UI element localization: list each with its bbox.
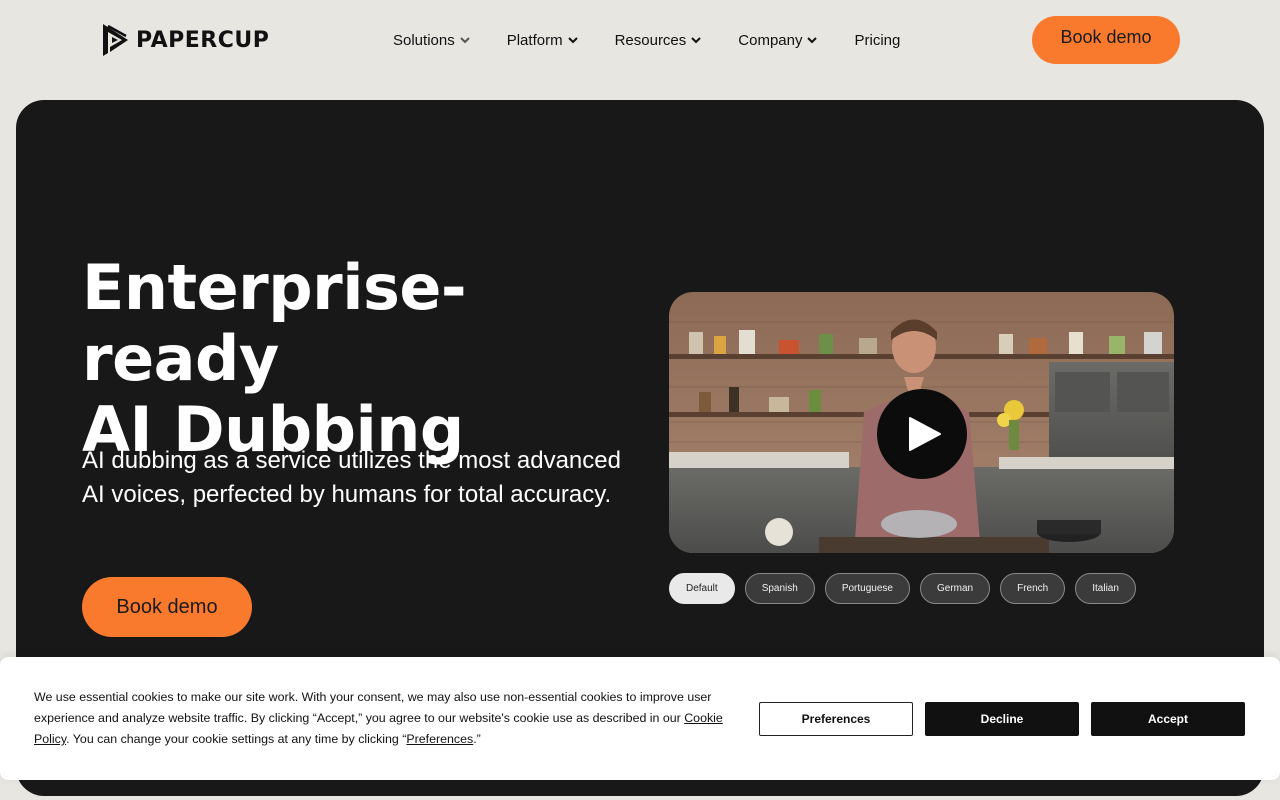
play-button[interactable]: [877, 389, 967, 479]
chevron-down-icon: [567, 34, 579, 46]
book-demo-header-button[interactable]: Book demo: [1032, 16, 1180, 64]
papercup-logo-icon: [103, 24, 128, 56]
language-option-default[interactable]: Default: [669, 573, 735, 604]
video-player[interactable]: [669, 292, 1174, 553]
language-option-portuguese[interactable]: Portuguese: [824, 573, 910, 604]
nav-item-label: Resources: [614, 31, 687, 49]
papercup-logo[interactable]: PAPERCUP: [100, 22, 269, 58]
cookie-accept-button[interactable]: Accept: [1091, 702, 1245, 736]
logo-wordmark: PAPERCUP: [136, 27, 270, 53]
nav-item-label: Company: [738, 31, 803, 49]
nav-item-resources[interactable]: Resources: [615, 32, 703, 49]
chevron-down-icon: [806, 34, 818, 46]
nav-item-label: Pricing: [854, 31, 901, 49]
cookie-text-middle: . You can change your cookie settings at…: [66, 732, 407, 746]
cookie-preferences-button[interactable]: Preferences: [759, 702, 913, 736]
nav-item-pricing[interactable]: Pricing: [854, 32, 900, 49]
language-selector: Default Spanish Portuguese German French…: [669, 573, 1136, 604]
nav-item-platform[interactable]: Platform: [507, 32, 579, 49]
hero-subtitle: AI dubbing as a service utilizes the mos…: [82, 447, 621, 508]
language-option-german[interactable]: German: [919, 573, 991, 604]
nav-item-solutions[interactable]: Solutions: [393, 32, 471, 49]
nav-item-label: Solutions: [393, 31, 455, 49]
cookie-text-intro: We use essential cookies to make our sit…: [34, 690, 712, 725]
cookie-message: We use essential cookies to make our sit…: [34, 687, 734, 750]
hero-title: Enterprise-ready AI Dubbing: [82, 252, 642, 465]
play-icon: [909, 417, 941, 451]
nav-item-company[interactable]: Company: [738, 32, 818, 49]
main-nav: Solutions Platform Resources Company Pri…: [393, 28, 900, 52]
nav-item-label: Platform: [506, 31, 563, 49]
chevron-down-icon: [690, 34, 702, 46]
book-demo-hero-button[interactable]: Book demo: [82, 577, 252, 637]
language-option-italian[interactable]: Italian: [1075, 573, 1136, 604]
language-option-spanish[interactable]: Spanish: [744, 573, 815, 604]
cookie-text-end: .”: [473, 732, 481, 746]
chevron-down-icon: [459, 34, 471, 46]
cookie-decline-button[interactable]: Decline: [925, 702, 1079, 736]
hero-title-line-1: Enterprise-ready: [82, 251, 467, 395]
cookie-banner: We use essential cookies to make our sit…: [0, 657, 1280, 780]
site-header: PAPERCUP Solutions Platform Resources Co…: [0, 0, 1280, 80]
language-option-french[interactable]: French: [1000, 573, 1066, 604]
cookie-preferences-link[interactable]: Preferences: [406, 732, 473, 746]
